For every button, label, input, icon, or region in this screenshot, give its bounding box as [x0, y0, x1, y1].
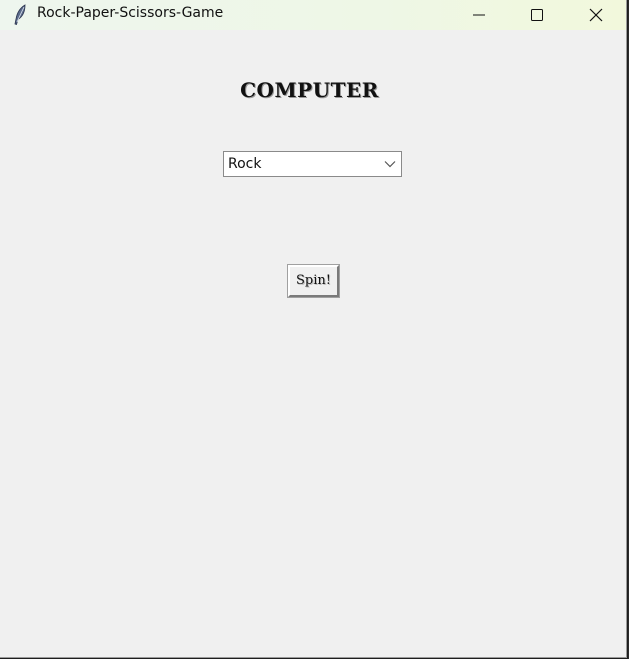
minimize-button[interactable]: [456, 0, 502, 30]
computer-heading: COMPUTER: [240, 78, 379, 102]
window-title: Rock-Paper-Scissors-Game: [37, 5, 224, 21]
app-window: Rock-Paper-Scissors-Game COMPUTER Rock S…: [0, 0, 627, 658]
close-icon: [589, 8, 603, 22]
feather-icon: [12, 4, 30, 26]
choice-select-value: Rock: [228, 156, 262, 172]
maximize-button[interactable]: [514, 0, 560, 30]
title-bar[interactable]: Rock-Paper-Scissors-Game: [0, 0, 626, 30]
chevron-down-icon: [384, 161, 396, 168]
maximize-icon: [531, 9, 543, 21]
minimize-icon: [473, 14, 485, 16]
spin-button[interactable]: Spin!: [287, 264, 340, 298]
choice-select[interactable]: Rock: [223, 151, 402, 177]
close-button[interactable]: [573, 0, 619, 30]
